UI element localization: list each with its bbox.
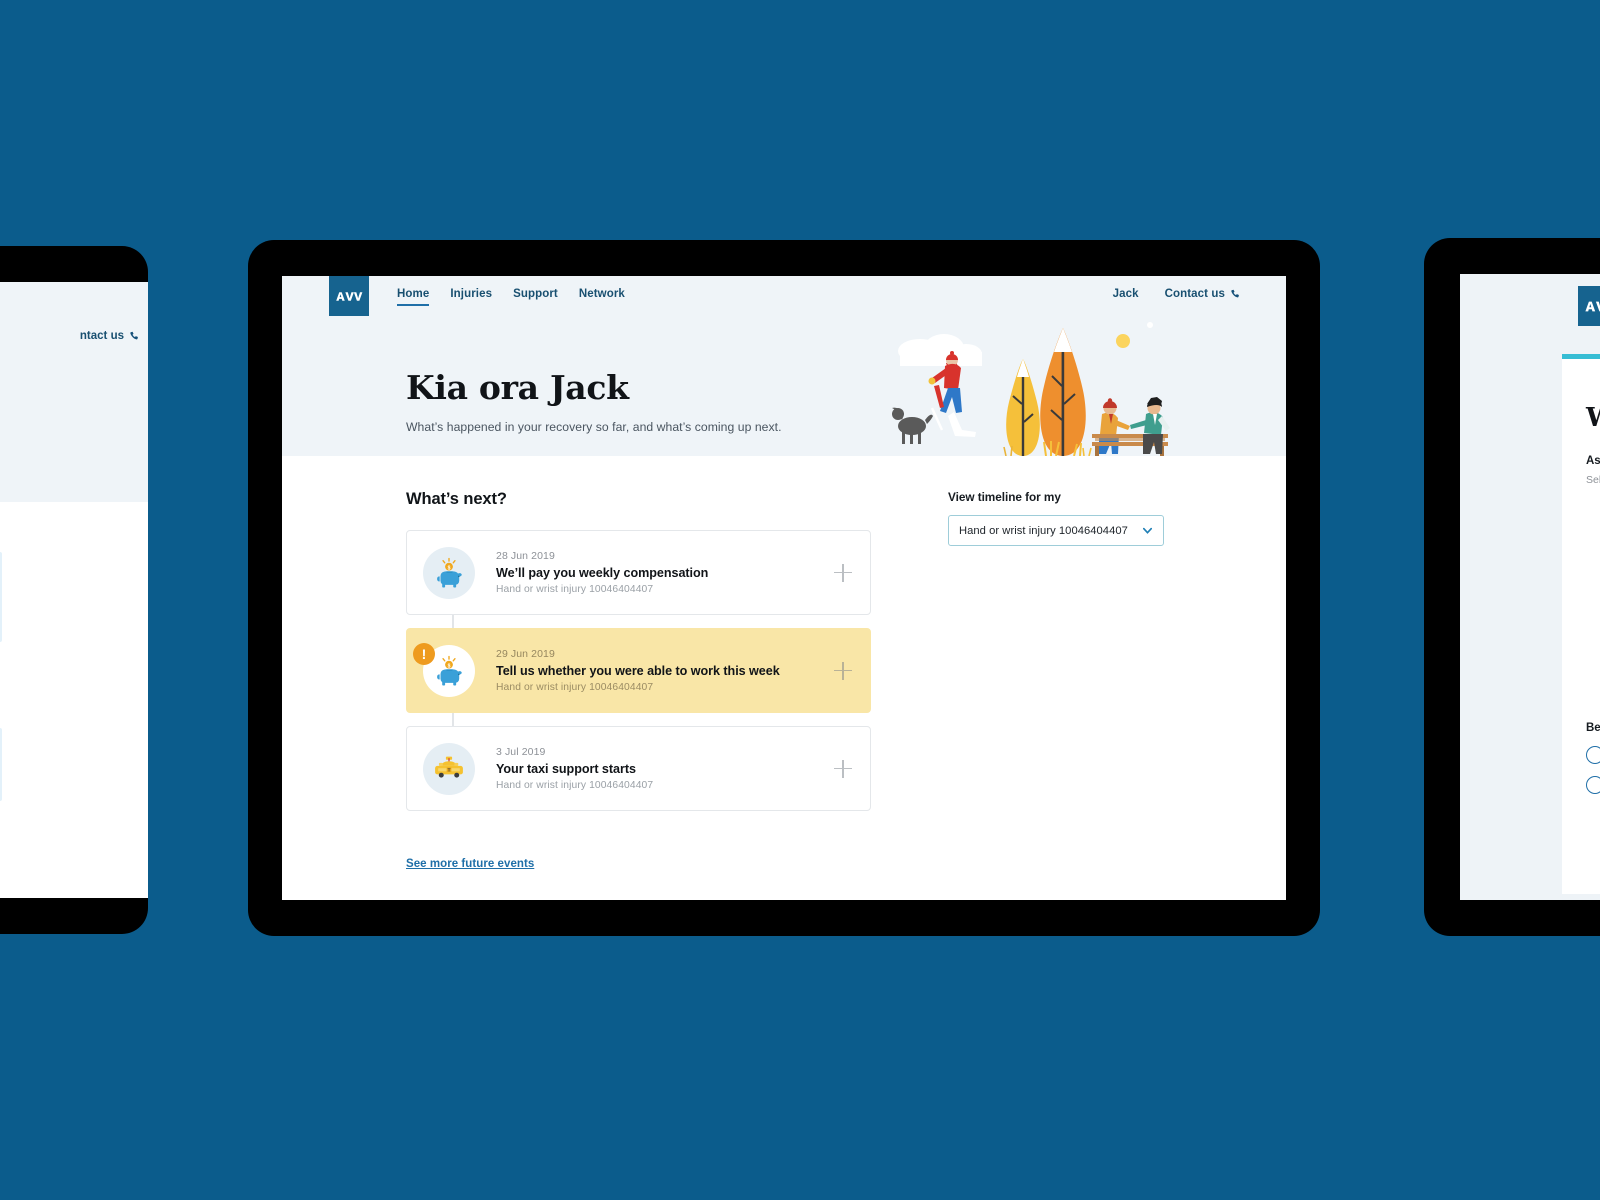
- event-title: We’ll pay you weekly compensation: [496, 566, 709, 580]
- piggy-bank-glyph: $: [437, 557, 462, 587]
- timeline-filter-column: View timeline for my Hand or wrist injur…: [948, 490, 1164, 872]
- piggy-bank-icon: $: [423, 546, 475, 599]
- section-title-whats-next: What’s next?: [406, 490, 507, 508]
- right-page-title: W: [1586, 403, 1600, 433]
- injury-select-value: Hand or wrist injury 10046404407: [959, 524, 1128, 537]
- expand-event-button[interactable]: [834, 563, 852, 582]
- right-tablet-screen: W As Sel F Be: [1460, 274, 1600, 900]
- nav-links: Home Injuries Support Network: [397, 288, 625, 306]
- cloud-icon: [898, 334, 982, 366]
- top-navigation: Home Injuries Support Network Jack Conta…: [282, 276, 1286, 322]
- small-dot-icon: [1147, 322, 1153, 328]
- phone-icon: [130, 331, 138, 339]
- svg-text:T: T: [448, 767, 451, 772]
- right-tablet-frame: W As Sel F Be: [1424, 238, 1600, 936]
- chevron-down-icon: [1143, 527, 1152, 534]
- acc-wordmark-icon: [1585, 301, 1600, 311]
- sun-icon: [1116, 334, 1130, 348]
- left-hero: ntact us: [0, 282, 148, 502]
- hero-text-block: Kia ora Jack What’s happened in your rec…: [406, 368, 782, 434]
- event-body: 29 Jun 2019 Tell us whether you were abl…: [496, 648, 834, 693]
- event-body: 28 Jun 2019 We’ll pay you weekly compens…: [496, 550, 834, 595]
- expand-event-button[interactable]: [834, 759, 852, 778]
- hero-section: Home Injuries Support Network Jack Conta…: [282, 276, 1286, 456]
- event-title: Tell us whether you were able to work th…: [496, 664, 780, 678]
- injury-select[interactable]: Hand or wrist injury 10046404407: [948, 515, 1164, 546]
- acc-wordmark-icon: [336, 291, 363, 301]
- nav-item-injuries[interactable]: Injuries: [450, 288, 492, 306]
- acc-logo[interactable]: [329, 276, 369, 316]
- contact-us-link[interactable]: Contact us: [1165, 288, 1241, 304]
- right-be-label: Be: [1586, 722, 1600, 734]
- timeline-filter-label: View timeline for my: [948, 490, 1061, 504]
- event-icon-wrap: ! $: [413, 642, 475, 697]
- event-icon-wrap: T: [423, 742, 475, 795]
- left-tablet-screen: ntact us: [0, 282, 148, 898]
- expand-event-button[interactable]: [834, 661, 852, 680]
- see-more-future-events-link[interactable]: See more future events: [406, 858, 534, 870]
- autumn-park-illustration: [892, 322, 1170, 456]
- left-body: nsation lf you v, so we account how as: [0, 502, 148, 898]
- nav-item-network[interactable]: Network: [579, 288, 625, 306]
- svg-text:$: $: [448, 565, 451, 571]
- main-tablet-frame: Home Injuries Support Network Jack Conta…: [248, 240, 1320, 936]
- taxi-glyph: T: [435, 756, 463, 778]
- left-contact-us-link[interactable]: ntact us: [80, 330, 140, 342]
- event-body: 3 Jul 2019 Your taxi support starts Hand…: [496, 746, 834, 791]
- timeline-event-card[interactable]: T 3 Jul 2019 Your taxi support starts Ha…: [406, 726, 871, 811]
- left-tablet-frame: ntact us: [0, 246, 148, 934]
- right-content-card: W As Sel F Be: [1562, 354, 1600, 894]
- page-title: Kia ora Jack: [406, 368, 629, 407]
- timeline-event-card[interactable]: $ 28 Jun 2019 We’ll pay you weekly compe…: [406, 530, 871, 615]
- left-info-note-2: account how as: [0, 728, 2, 801]
- event-meta: Hand or wrist injury 10046404407: [496, 780, 654, 791]
- event-title: Your taxi support starts: [496, 762, 636, 776]
- acc-logo-right[interactable]: [1578, 286, 1600, 326]
- event-meta: Hand or wrist injury 10046404407: [496, 584, 654, 595]
- account-menu-jack[interactable]: Jack: [1113, 288, 1139, 304]
- timeline-event-card[interactable]: ! $ 29 Jun 2019 Tell us whether you were…: [406, 628, 871, 713]
- left-info-note-1: nsation lf you v, so we: [0, 552, 2, 643]
- page-subtitle: What’s happened in your recovery so far,…: [406, 420, 782, 434]
- alert-exclamation-icon: !: [413, 642, 435, 665]
- event-date: 3 Jul 2019: [496, 746, 546, 758]
- potted-plant-illustration: [0, 402, 2, 502]
- dog-icon: [892, 407, 933, 444]
- yellow-tree-icon: [1006, 359, 1040, 456]
- bench-with-people-icon: [1092, 397, 1170, 456]
- grass-icon-right: [1082, 447, 1092, 456]
- contact-us-label: Contact us: [1164, 288, 1225, 300]
- right-radio-option-2[interactable]: [1586, 776, 1600, 794]
- event-meta: Hand or wrist injury 10046404407: [496, 682, 654, 693]
- orange-tree-icon: [1040, 328, 1086, 456]
- event-date: 28 Jun 2019: [496, 550, 555, 562]
- content-area: What’s next? $ 28 Jun 2019 We’ll pay you…: [282, 456, 1286, 900]
- left-contact-label: ntact us: [79, 330, 124, 342]
- nav-item-home[interactable]: Home: [397, 288, 430, 306]
- event-icon-wrap: $: [423, 546, 475, 599]
- timeline-list: $ 28 Jun 2019 We’ll pay you weekly compe…: [406, 530, 871, 811]
- event-date: 29 Jun 2019: [496, 648, 555, 660]
- piggy-bank-glyph: $: [437, 655, 462, 685]
- right-sub-heading: As: [1586, 455, 1600, 467]
- taxi-icon: T: [423, 742, 475, 795]
- right-sub-text: Sel: [1586, 474, 1600, 486]
- phone-icon: [1231, 289, 1239, 297]
- right-topbar: [1460, 274, 1600, 326]
- nav-right-group: Jack Contact us: [1113, 288, 1241, 304]
- right-radio-option-1[interactable]: [1586, 746, 1600, 764]
- main-tablet-screen: Home Injuries Support Network Jack Conta…: [282, 276, 1286, 900]
- timeline-column: What’s next? $ 28 Jun 2019 We’ll pay you…: [406, 490, 871, 872]
- nav-item-support[interactable]: Support: [513, 288, 558, 306]
- svg-text:$: $: [448, 663, 451, 669]
